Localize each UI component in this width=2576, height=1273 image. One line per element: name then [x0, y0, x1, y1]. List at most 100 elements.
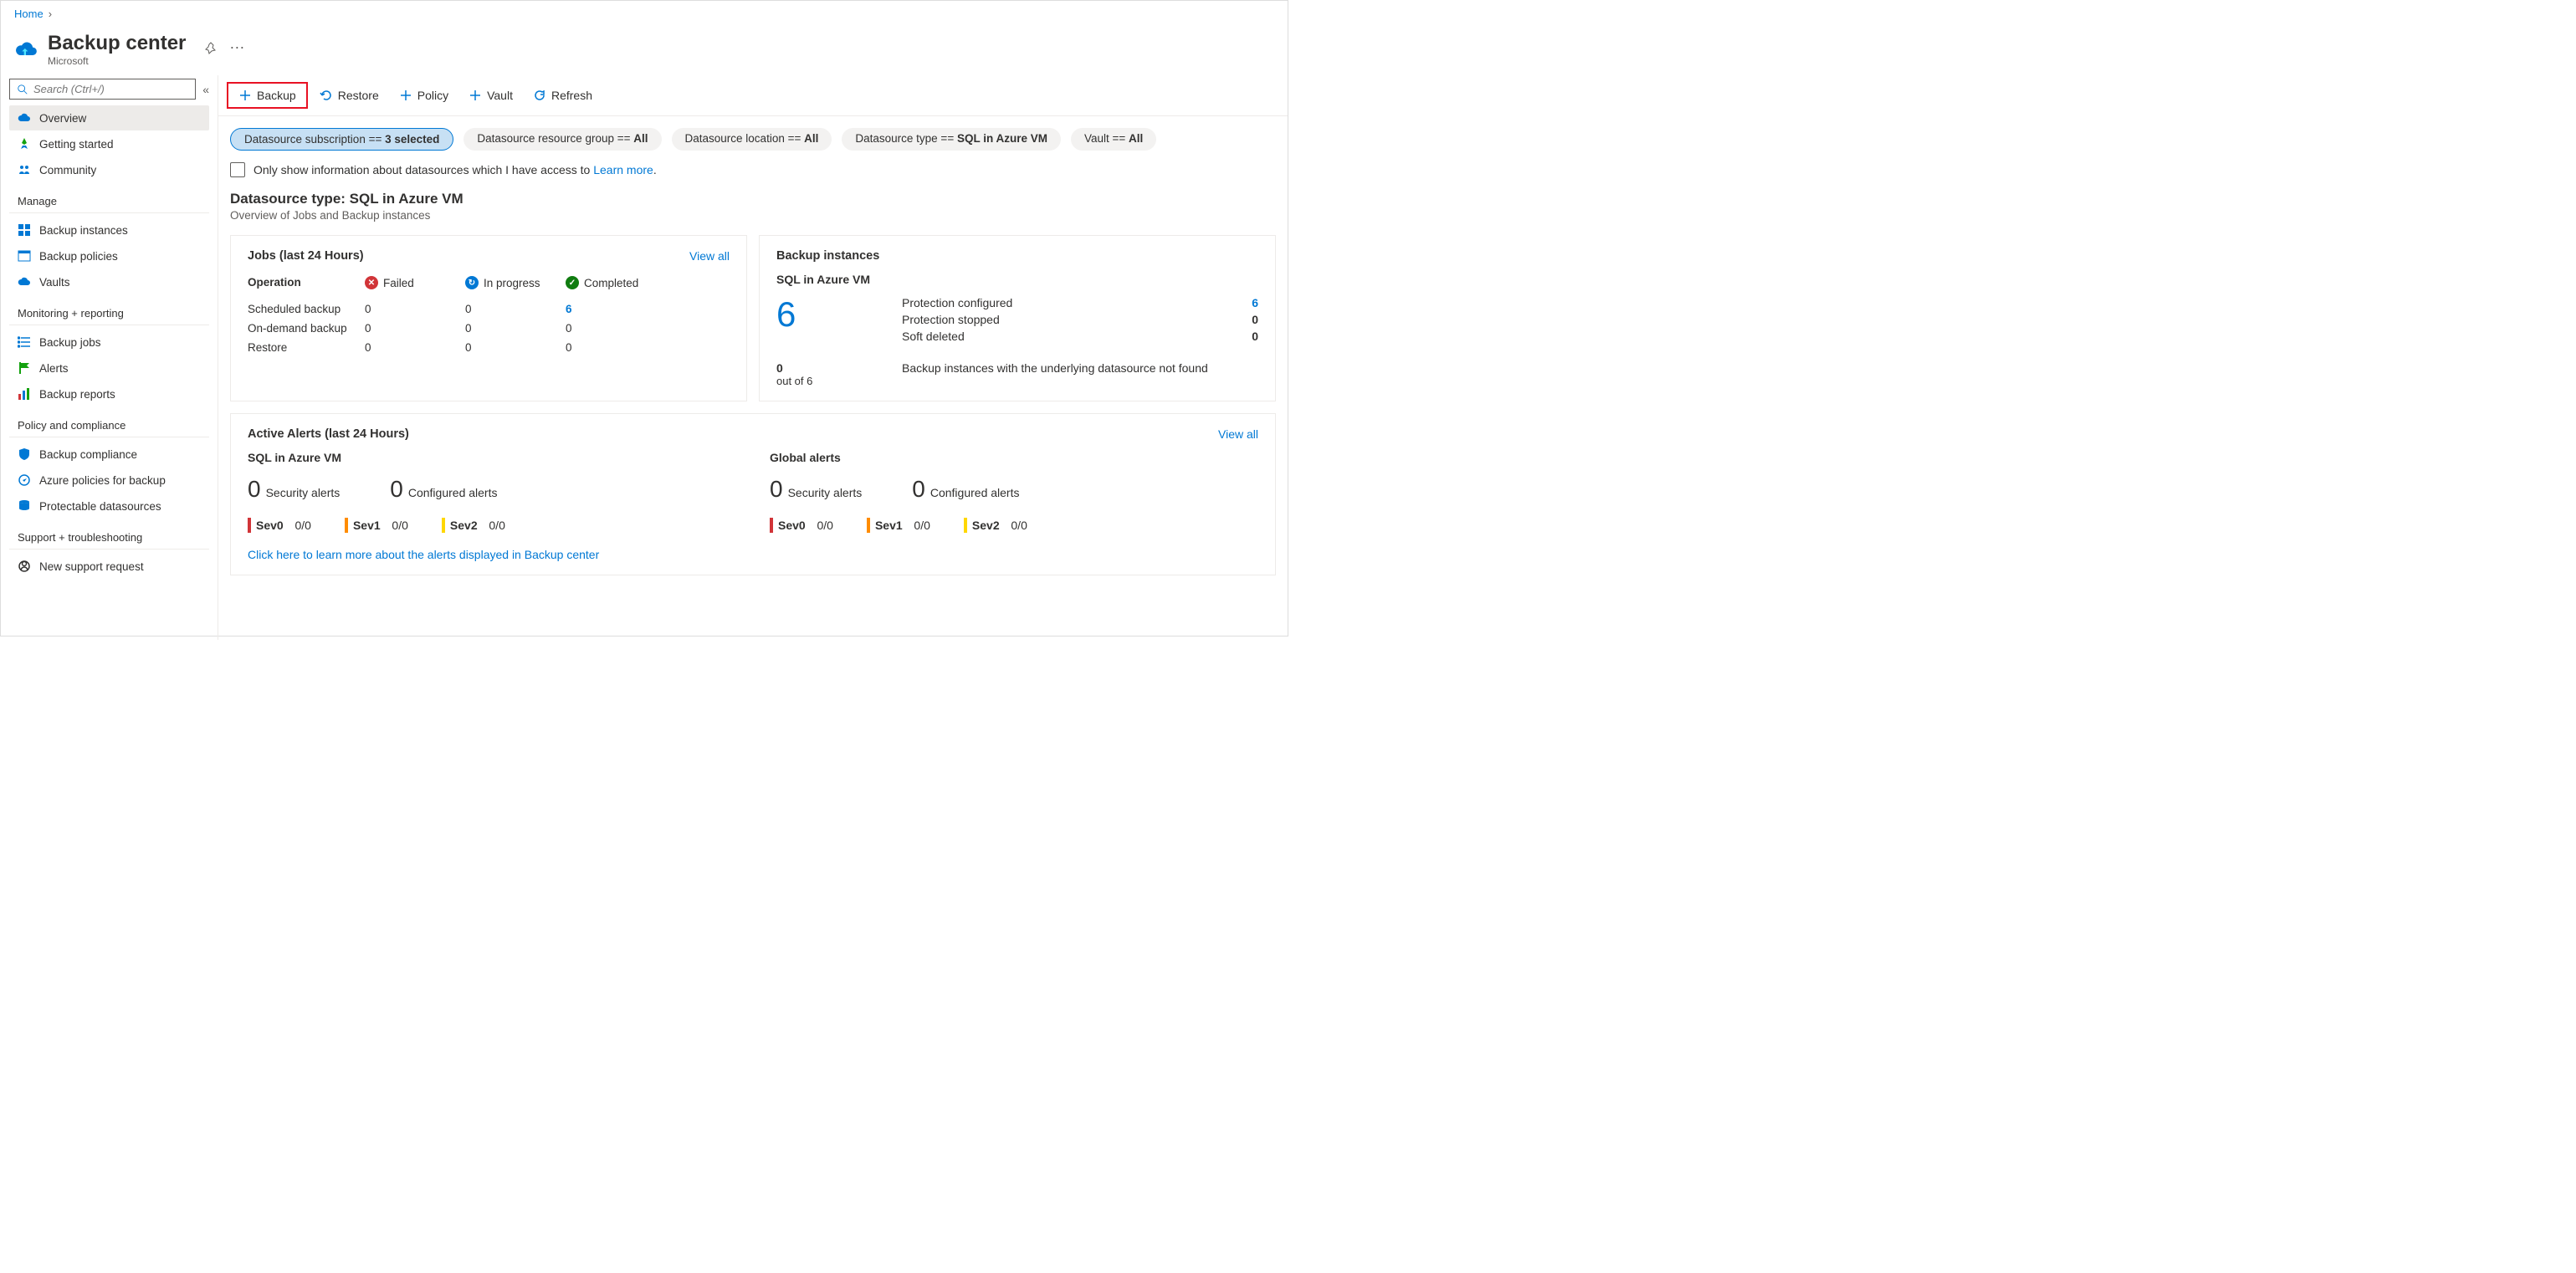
search-input[interactable]: [9, 79, 196, 100]
sidebar-item-label: Getting started: [39, 138, 114, 151]
instance-stat-row: Protection configured 6: [902, 294, 1258, 311]
job-failed: 0: [365, 303, 465, 315]
stat-value: 0: [1252, 313, 1258, 326]
backup-button[interactable]: Backup: [227, 82, 308, 109]
job-op: On-demand backup: [248, 322, 365, 335]
col-in-progress: In progress: [484, 277, 540, 289]
more-icon[interactable]: ···: [229, 42, 244, 58]
access-checkbox[interactable]: [230, 162, 245, 177]
stat-label: Protection configured: [902, 296, 1012, 309]
toolbar-label: Restore: [338, 89, 379, 102]
page-header: Backup center Microsoft ···: [1, 27, 1288, 75]
sidebar-item-label: New support request: [39, 560, 144, 573]
view-all-link[interactable]: View all: [689, 249, 730, 263]
alerts-card: Active Alerts (last 24 Hours) View all S…: [230, 413, 1276, 575]
stat-label: Soft deleted: [902, 330, 965, 343]
alerts-learn-link[interactable]: Click here to learn more about the alert…: [248, 548, 599, 561]
main-content: Backup Restore Policy Vault Refresh Data…: [218, 75, 1288, 640]
sidebar-item-getting-started[interactable]: Getting started: [9, 131, 209, 156]
sidebar-item-backup-policies[interactable]: Backup policies: [9, 243, 209, 268]
backup-instances-card: Backup instances SQL in Azure VM 6 Prote…: [759, 235, 1276, 401]
card-title: Active Alerts (last 24 Hours): [248, 427, 409, 441]
jobs-row: Restore 0 0 0: [248, 338, 730, 357]
filter-subscription[interactable]: Datasource subscription == 3 selected: [230, 128, 453, 151]
sidebar-item-protectable-datasources[interactable]: Protectable datasources: [9, 493, 209, 519]
vault-button[interactable]: Vault: [460, 85, 521, 105]
sidebar-item-backup-compliance[interactable]: Backup compliance: [9, 442, 209, 467]
job-in-progress: 0: [465, 341, 566, 354]
filter-bar: Datasource subscription == 3 selected Da…: [218, 116, 1288, 159]
breadcrumb: Home ›: [1, 1, 1288, 27]
sidebar-item-backup-reports[interactable]: Backup reports: [9, 381, 209, 406]
alerts-column: Global alerts 0Security alerts 0Configur…: [770, 451, 1258, 533]
sidebar-item-azure-policies[interactable]: Azure policies for backup: [9, 468, 209, 493]
policy-button[interactable]: Policy: [391, 85, 457, 105]
cloud-icon: [18, 111, 31, 125]
collapse-sidebar-icon[interactable]: «: [202, 83, 209, 96]
sidebar-item-new-support-request[interactable]: New support request: [9, 554, 209, 579]
filter-resource-group[interactable]: Datasource resource group == All: [463, 128, 661, 151]
job-completed[interactable]: 6: [566, 303, 649, 315]
sev-bar-icon: [442, 518, 445, 533]
grid-icon: [18, 223, 31, 237]
access-text: Only show information about datasources …: [254, 163, 657, 176]
plus-icon: [469, 89, 482, 102]
sidebar-section-policy: Policy and compliance: [9, 407, 209, 437]
filter-vault[interactable]: Vault == All: [1071, 128, 1156, 151]
refresh-icon: [533, 89, 546, 102]
vault-icon: [18, 275, 31, 289]
completed-icon: ✓: [566, 276, 579, 289]
alerts-column: SQL in Azure VM 0Security alerts 0Config…: [248, 451, 736, 533]
col-failed: Failed: [383, 277, 414, 289]
sidebar-item-overview[interactable]: Overview: [9, 105, 209, 130]
sev-item: Sev0 0/0: [770, 518, 833, 533]
view-all-link[interactable]: View all: [1218, 427, 1258, 441]
jobs-row: On-demand backup 0 0 0: [248, 319, 730, 338]
chevron-right-icon: ›: [49, 8, 52, 20]
instances-total[interactable]: 6: [776, 294, 877, 345]
sidebar-item-backup-instances[interactable]: Backup instances: [9, 217, 209, 243]
alerts-col-heading: Global alerts: [770, 451, 1258, 464]
undo-icon: [320, 89, 333, 102]
sidebar-item-alerts[interactable]: Alerts: [9, 355, 209, 381]
security-alerts-count: 0Security alerts: [248, 476, 340, 503]
sev-bar-icon: [964, 518, 967, 533]
filter-location[interactable]: Datasource location == All: [672, 128, 832, 151]
alerts-col-heading: SQL in Azure VM: [248, 451, 736, 464]
sidebar-item-label: Protectable datasources: [39, 500, 161, 513]
job-failed: 0: [365, 322, 465, 335]
shield-icon: [18, 447, 31, 461]
sidebar-item-vaults[interactable]: Vaults: [9, 269, 209, 294]
restore-button[interactable]: Restore: [311, 85, 387, 105]
sidebar-section-support: Support + troubleshooting: [9, 519, 209, 550]
job-completed: 0: [566, 341, 649, 354]
sev-bar-icon: [248, 518, 251, 533]
sidebar-item-label: Community: [39, 164, 96, 176]
access-filter-row: Only show information about datasources …: [218, 159, 1288, 189]
toolbar: Backup Restore Policy Vault Refresh: [218, 75, 1288, 116]
breadcrumb-home[interactable]: Home: [14, 8, 44, 20]
page-subtitle: Microsoft: [48, 55, 186, 67]
stat-value[interactable]: 6: [1252, 296, 1258, 309]
instances-subtitle: SQL in Azure VM: [776, 273, 1258, 286]
stat-label: Protection stopped: [902, 313, 1000, 326]
sidebar-item-label: Backup policies: [39, 250, 118, 263]
refresh-button[interactable]: Refresh: [525, 85, 601, 105]
sidebar-item-label: Backup instances: [39, 224, 128, 237]
configured-alerts-count: 0Configured alerts: [390, 476, 497, 503]
policy-icon: [18, 473, 31, 487]
sev-bar-icon: [867, 518, 870, 533]
sidebar-item-backup-jobs[interactable]: Backup jobs: [9, 330, 209, 355]
col-completed: Completed: [584, 277, 638, 289]
learn-more-link[interactable]: Learn more: [593, 163, 653, 176]
filter-type[interactable]: Datasource type == SQL in Azure VM: [842, 128, 1061, 151]
sidebar-item-community[interactable]: Community: [9, 157, 209, 182]
job-op: Restore: [248, 341, 365, 354]
sev-bar-icon: [770, 518, 773, 533]
sidebar-item-label: Vaults: [39, 276, 70, 289]
jobs-row: Scheduled backup 0 0 6: [248, 299, 730, 319]
jobs-card: Jobs (last 24 Hours) View all Operation …: [230, 235, 747, 401]
pin-icon[interactable]: [204, 42, 218, 58]
database-icon: [18, 499, 31, 513]
sidebar: « Overview Getting started Community Man…: [1, 75, 218, 640]
